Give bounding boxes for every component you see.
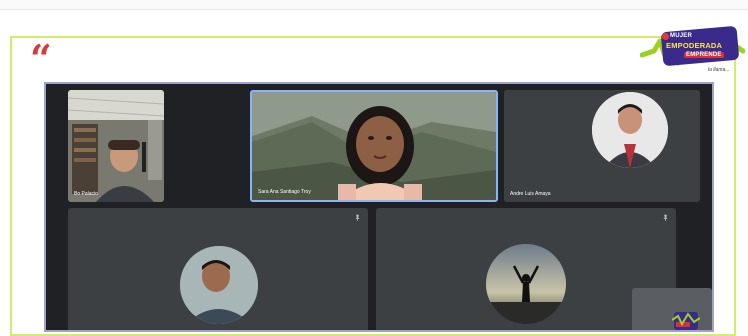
person-photo-icon: [180, 246, 258, 324]
pin-icon[interactable]: [662, 214, 669, 221]
participant-tile-5[interactable]: [376, 208, 676, 330]
participant-tile-4[interactable]: [68, 208, 368, 330]
participant-avatar-4: [180, 246, 258, 324]
person-photo-icon: [592, 92, 668, 168]
quote-mark-icon: “: [30, 36, 52, 81]
participant-name-2: Sara Ana Santiago Troy: [258, 189, 311, 195]
self-view-logo-icon: [672, 312, 700, 330]
self-view-tile[interactable]: [632, 288, 712, 330]
logo-line-1: MUJER: [670, 33, 693, 39]
logo-line-3: EMPRENDE: [684, 52, 724, 58]
participant-tile-2[interactable]: Sara Ana Santiago Troy: [250, 90, 498, 202]
pin-icon[interactable]: [354, 214, 361, 221]
silhouette-photo-icon: [486, 244, 566, 324]
participant-video-1: [68, 90, 164, 202]
participant-tile-3[interactable]: Andre Luis Amaya: [504, 90, 700, 202]
logo-line-2: EMPODERADA: [666, 41, 723, 50]
participant-avatar-3: [592, 92, 668, 168]
video-call-window: Bo Palacio Sara Ana Santiago Troy Andre …: [44, 82, 714, 332]
participant-video-2: [252, 92, 496, 200]
logo-dot-icon: [662, 33, 669, 40]
participant-name-3: Andre Luis Amaya: [510, 191, 551, 197]
event-logo: MUJER EMPODERADA EMPRENDE la llama...: [640, 15, 745, 77]
participant-tile-1[interactable]: Bo Palacio: [68, 90, 164, 202]
participant-name-1: Bo Palacio: [74, 191, 98, 197]
logo-subtitle: la llama...: [708, 67, 730, 73]
browser-top-bar: [0, 0, 748, 10]
participant-avatar-5: [486, 244, 566, 324]
